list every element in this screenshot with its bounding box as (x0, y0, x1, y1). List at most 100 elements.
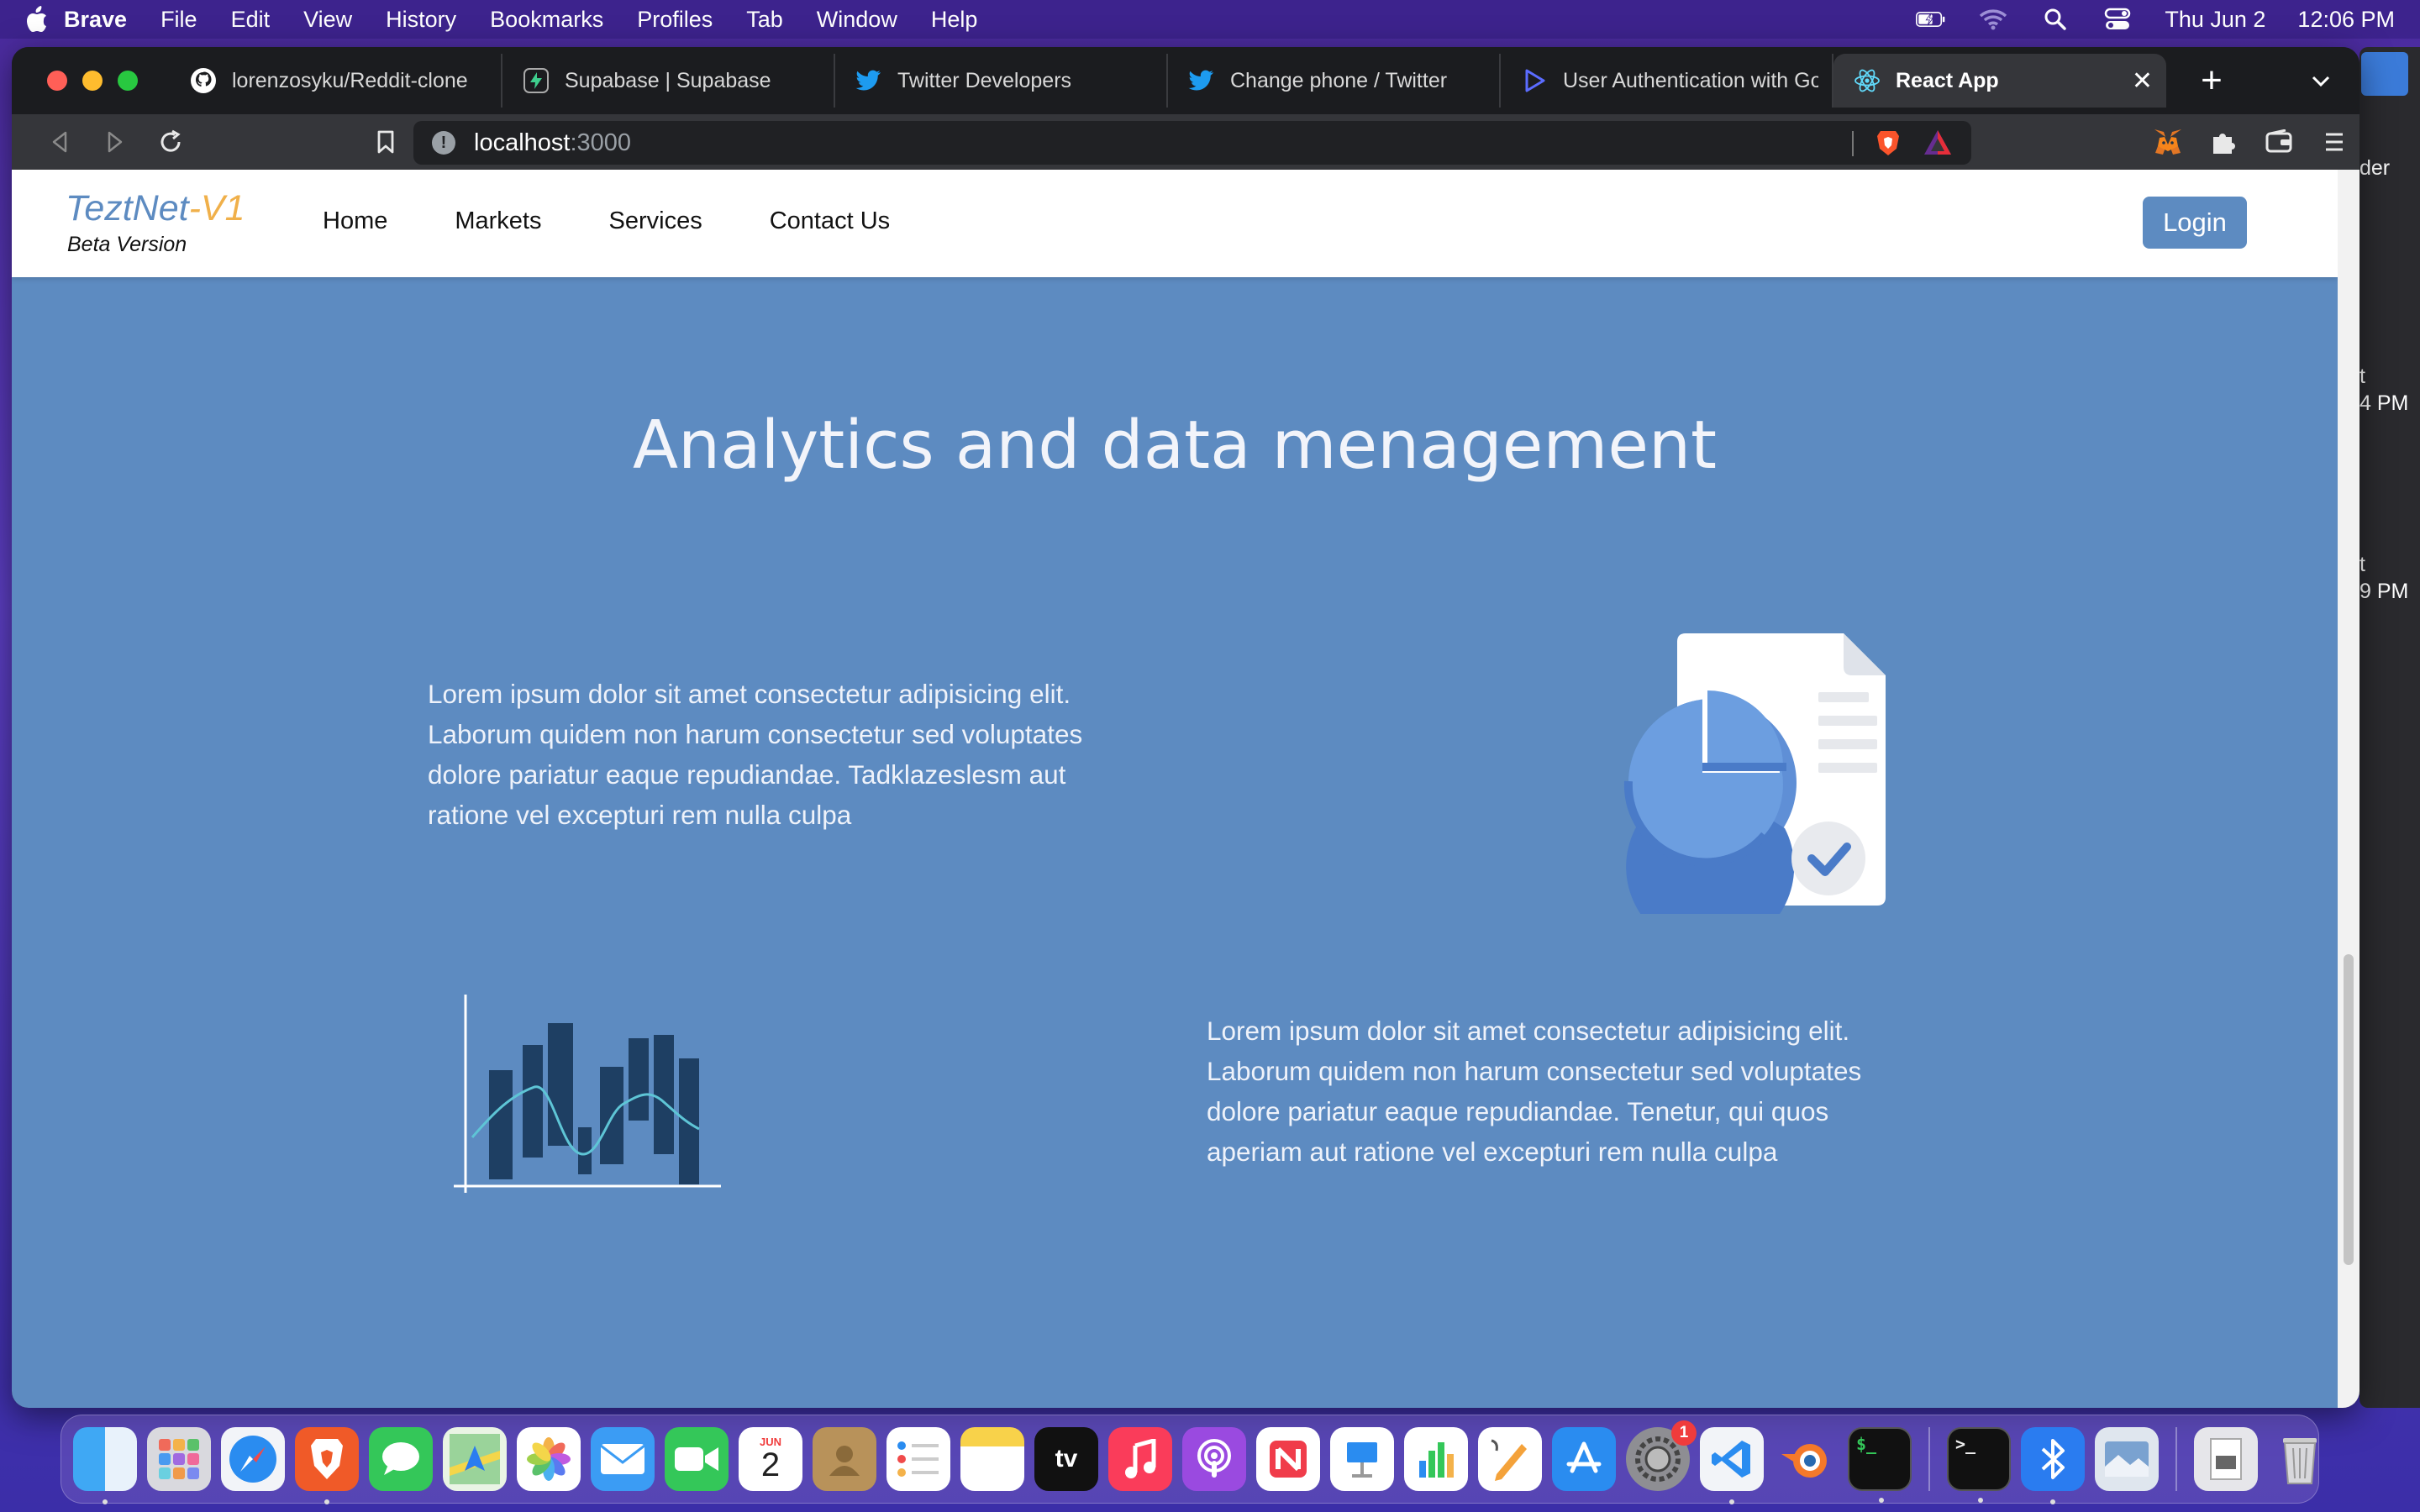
new-tab-button[interactable]: + (2186, 60, 2237, 102)
peek-text-3: 4 PM (2360, 391, 2409, 415)
peek-text-5: 9 PM (2360, 580, 2409, 603)
finder-icon[interactable] (73, 1427, 137, 1504)
safari-icon[interactable] (221, 1427, 285, 1491)
scrollbar-thumb[interactable] (2344, 954, 2354, 1265)
podcasts-icon[interactable] (1182, 1427, 1246, 1491)
bookmark-icon[interactable] (358, 114, 413, 170)
control-center-icon[interactable] (2102, 8, 2133, 30)
feature-paragraph-2: Lorem ipsum dolor sit amet consectetur a… (1207, 1016, 1862, 1167)
metamask-fox-icon[interactable] (2153, 127, 2183, 157)
wallet-icon[interactable] (2264, 127, 2294, 157)
minimize-window-button[interactable] (82, 71, 103, 91)
downloads-stack-icon[interactable] (2194, 1427, 2258, 1491)
brand-version: -V1 (188, 188, 245, 228)
tab-title: lorenzosyku/Reddit-clone (232, 68, 468, 92)
tab-search-chevron-icon[interactable] (2311, 68, 2331, 94)
terminal-prompt-icon: $_ (1856, 1434, 1877, 1454)
numbers-icon[interactable] (1404, 1427, 1468, 1491)
bar-chart-illustration (444, 995, 726, 1215)
nav-link-markets[interactable]: Markets (455, 207, 541, 235)
blender-icon[interactable] (1774, 1427, 1838, 1491)
terminal-icon[interactable]: $_ (1848, 1427, 1912, 1503)
menu-bar-time[interactable]: 12:06 PM (2297, 7, 2395, 33)
menu-edit[interactable]: Edit (231, 7, 271, 33)
brave-browser-icon[interactable] (295, 1427, 359, 1504)
contacts-icon[interactable] (813, 1427, 876, 1491)
site-brand[interactable]: TeztNet-V1 Beta Version (66, 188, 245, 257)
main-menu-icon[interactable] (2319, 127, 2349, 157)
photos-icon[interactable] (517, 1427, 581, 1491)
pages-icon[interactable] (1478, 1427, 1542, 1491)
vscode-icon[interactable] (1700, 1427, 1764, 1504)
twitter-icon (855, 67, 882, 94)
login-button[interactable]: Login (2143, 197, 2247, 249)
close-window-button[interactable] (47, 71, 67, 91)
wifi-icon[interactable] (1978, 8, 2008, 30)
site-info-icon[interactable]: ! (432, 131, 455, 155)
window-controls (47, 71, 138, 91)
menu-file[interactable]: File (160, 7, 197, 33)
menu-help[interactable]: Help (931, 7, 978, 33)
page-scrollbar[interactable] (2338, 170, 2360, 1408)
tab-supabase[interactable]: Supabase | Supabase (502, 54, 835, 108)
back-button[interactable] (32, 114, 87, 170)
running-indicator (324, 1499, 329, 1504)
system-preferences-icon[interactable]: 1 (1626, 1420, 1697, 1491)
tab-twitter-developers[interactable]: Twitter Developers (835, 54, 1168, 108)
terminal-recent-icon[interactable]: >_ (1947, 1427, 2011, 1503)
extensions-puzzle-icon[interactable] (2208, 127, 2238, 157)
zoom-window-button[interactable] (118, 71, 138, 91)
menu-app-name[interactable]: Brave (64, 7, 127, 33)
site-navbar: TeztNet-V1 Beta Version Home Markets Ser… (12, 170, 2338, 277)
spotlight-search-icon[interactable] (2040, 8, 2070, 30)
address-bar[interactable]: ! localhost:3000 (413, 121, 1971, 165)
tab-title: Change phone / Twitter (1230, 68, 1448, 92)
tab-react-app[interactable]: React App ✕ (1833, 54, 2166, 108)
running-indicator (2050, 1499, 2055, 1504)
music-icon[interactable] (1108, 1427, 1172, 1491)
app-store-icon[interactable] (1552, 1427, 1616, 1491)
notes-icon[interactable] (960, 1427, 1024, 1491)
nav-link-services[interactable]: Services (609, 207, 702, 235)
launchpad-icon[interactable] (147, 1427, 211, 1491)
peek-text-4: t (2360, 553, 2365, 576)
keynote-icon[interactable] (1330, 1427, 1394, 1491)
menu-view[interactable]: View (303, 7, 352, 33)
twitter-icon (1188, 67, 1215, 94)
tab-change-phone-twitter[interactable]: Change phone / Twitter (1168, 54, 1501, 108)
close-tab-icon[interactable]: ✕ (2132, 66, 2153, 96)
nav-link-contact-us[interactable]: Contact Us (770, 207, 890, 235)
menu-history[interactable]: History (386, 7, 456, 33)
menu-window[interactable]: Window (817, 7, 897, 33)
news-icon[interactable] (1256, 1427, 1320, 1491)
apple-menu-icon[interactable] (25, 6, 64, 33)
menu-bar-date[interactable]: Thu Jun 2 (2165, 7, 2265, 33)
peek-text-1: der (2360, 156, 2391, 180)
brave-shields-icon[interactable] (1874, 129, 1902, 157)
forward-button[interactable] (87, 114, 143, 170)
tab-user-authentication[interactable]: User Authentication with Goo (1501, 54, 1833, 108)
brave-rewards-icon[interactable] (1923, 129, 1953, 157)
menu-tab[interactable]: Tab (746, 7, 783, 33)
trash-icon[interactable] (2268, 1427, 2332, 1491)
react-icon (1854, 67, 1881, 94)
menu-profiles[interactable]: Profiles (637, 7, 713, 33)
maps-icon[interactable] (443, 1427, 507, 1491)
mail-icon[interactable] (591, 1427, 655, 1491)
calendar-icon[interactable]: JUN 2 (739, 1427, 802, 1491)
preview-icon[interactable] (2095, 1427, 2159, 1491)
reminders-icon[interactable] (886, 1427, 950, 1491)
bluetooth-icon[interactable] (2021, 1427, 2085, 1504)
tab-reddit-clone[interactable]: lorenzosyku/Reddit-clone (170, 54, 502, 108)
apple-tv-label: tv (1055, 1445, 1078, 1473)
brand-subtitle: Beta Version (67, 233, 187, 256)
menu-bar-status-area: Thu Jun 2 12:06 PM (1916, 7, 2395, 33)
macos-dock: JUN 2 tv 1 $_ >_ (60, 1415, 2319, 1504)
battery-icon[interactable] (1916, 8, 1946, 30)
facetime-icon[interactable] (665, 1427, 729, 1491)
messages-icon[interactable] (369, 1427, 433, 1491)
reload-button[interactable] (143, 114, 198, 170)
nav-link-home[interactable]: Home (323, 207, 387, 235)
menu-bookmarks[interactable]: Bookmarks (490, 7, 603, 33)
apple-tv-icon[interactable]: tv (1034, 1427, 1098, 1491)
